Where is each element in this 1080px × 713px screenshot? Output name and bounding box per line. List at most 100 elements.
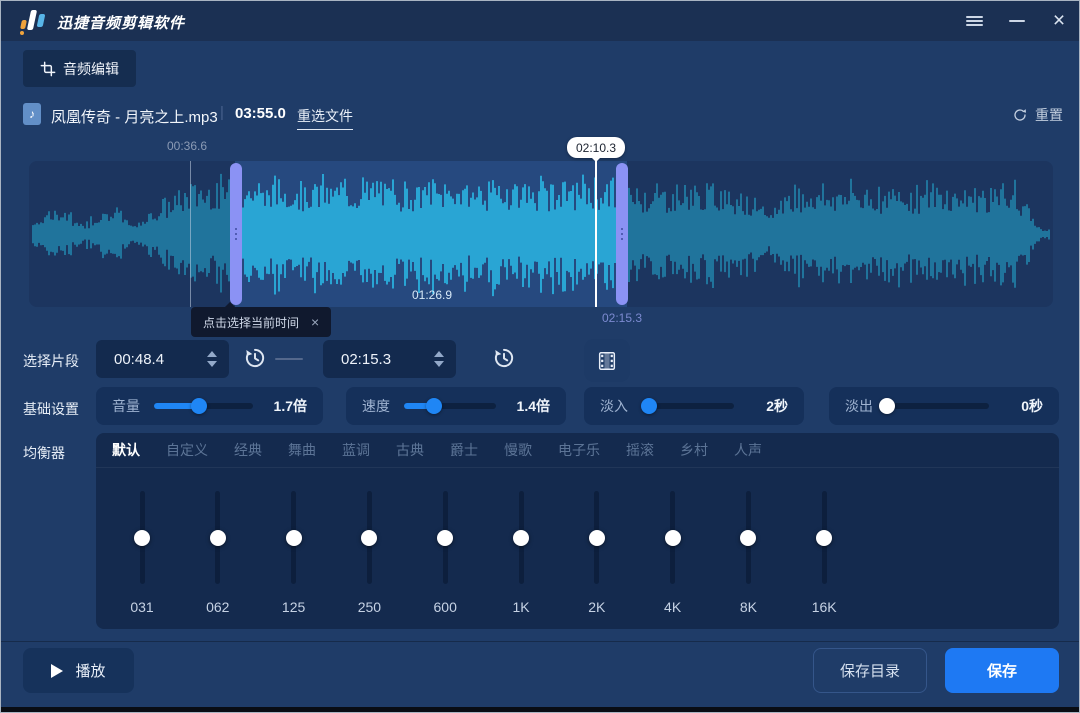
playhead-bubble-pointer [591, 157, 601, 162]
speed-slider[interactable] [404, 403, 496, 409]
reselect-file-link[interactable]: 重选文件 [297, 106, 353, 130]
crop-icon [40, 61, 56, 77]
eq-band-label: 600 [425, 599, 465, 615]
tab-audio-edit-label: 音频编辑 [63, 59, 119, 79]
clip-start-history-button[interactable] [242, 345, 270, 373]
play-button-label: 播放 [75, 660, 105, 681]
minimize-icon[interactable] [1001, 1, 1033, 41]
volume-label: 音量 [112, 396, 140, 416]
clip-end-history-button[interactable] [491, 345, 519, 373]
fade-out-label: 淡出 [845, 396, 873, 416]
eq-preset-tab[interactable]: 慢歌 [504, 440, 532, 460]
save-directory-button[interactable]: 保存目录 [813, 648, 927, 693]
eq-preset-tab[interactable]: 摇滚 [626, 440, 654, 460]
volume-slider[interactable] [154, 403, 253, 409]
reset-button[interactable]: 重置 [1012, 105, 1063, 125]
clip-end-stepper[interactable] [434, 351, 444, 367]
eq-band-knob[interactable] [361, 530, 377, 546]
music-file-icon: ♪ [23, 103, 41, 125]
equalizer-label: 均衡器 [23, 443, 65, 463]
speed-value: 1.4倍 [510, 396, 550, 416]
eq-preset-tab[interactable]: 乡村 [680, 440, 708, 460]
eq-band-062: 062 [198, 491, 238, 629]
fade-out-slider[interactable] [887, 403, 989, 409]
eq-band-label: 125 [274, 599, 314, 615]
eq-band-knob[interactable] [210, 530, 226, 546]
file-info-bar: ♪ 凤凰传奇 - 月亮之上.mp3 | 03:55.0 重选文件 重置 [1, 99, 1079, 133]
waveform-graphic [29, 161, 1053, 307]
eq-band-knob[interactable] [816, 530, 832, 546]
eq-band-label: 062 [198, 599, 238, 615]
clip-end-input[interactable]: 02:15.3 [323, 340, 456, 378]
fade-in-slider[interactable] [642, 403, 734, 409]
save-button-label: 保存 [987, 660, 1017, 681]
filmstrip-icon [596, 350, 618, 372]
selection-duration-label: 01:26.9 [412, 288, 452, 302]
eq-band-label: 16K [804, 599, 844, 615]
tab-audio-edit[interactable]: 音频编辑 [23, 50, 136, 87]
eq-band-4K: 4K [653, 491, 693, 629]
speed-label: 速度 [362, 396, 390, 416]
selection-end-time-label: 02:15.3 [602, 311, 642, 325]
fade-out-value: 0秒 [1003, 396, 1043, 416]
waveform-container[interactable] [29, 161, 1053, 307]
eq-band-knob[interactable] [437, 530, 453, 546]
menu-icon[interactable] [958, 1, 990, 41]
eq-preset-tab[interactable]: 人声 [734, 440, 762, 460]
eq-preset-tab[interactable]: 蓝调 [342, 440, 370, 460]
speed-slider-panel: 速度 1.4倍 [346, 387, 566, 425]
app-title: 迅捷音频剪辑软件 [57, 12, 185, 33]
eq-preset-tab[interactable]: 默认 [112, 440, 140, 460]
clip-end-value: 02:15.3 [341, 351, 434, 368]
equalizer-sliders: 0310621252506001K2K4K8K16K [96, 468, 1059, 629]
file-name: 凤凰传奇 - 月亮之上.mp3 [51, 106, 218, 127]
play-button[interactable]: 播放 [23, 648, 134, 693]
eq-preset-tab[interactable]: 电子乐 [558, 440, 600, 460]
fade-in-value: 2秒 [748, 396, 788, 416]
save-button[interactable]: 保存 [945, 648, 1059, 693]
tooltip-text: 点击选择当前时间 [203, 314, 299, 331]
selection-end-handle[interactable] [616, 163, 628, 305]
close-icon[interactable]: × [1041, 1, 1077, 41]
clip-start-input[interactable]: 00:48.4 [96, 340, 229, 378]
tooltip: 点击选择当前时间 × [191, 307, 331, 337]
eq-preset-tab[interactable]: 舞曲 [288, 440, 316, 460]
eq-band-knob[interactable] [286, 530, 302, 546]
separator: | [220, 104, 224, 121]
reset-label: 重置 [1035, 105, 1063, 125]
playhead-time-bubble[interactable]: 02:10.3 [567, 137, 625, 158]
equalizer-preset-tabs: 默认 自定义 经典 舞曲 蓝调 古典 爵士 慢歌 电子乐 摇滚 乡村 人声 [96, 433, 1059, 468]
fade-in-slider-panel: 淡入 2秒 [584, 387, 804, 425]
play-icon [51, 664, 63, 678]
volume-value: 1.7倍 [267, 396, 307, 416]
fade-in-label: 淡入 [600, 396, 628, 416]
basic-settings-label: 基础设置 [23, 399, 79, 419]
eq-preset-tab[interactable]: 自定义 [166, 440, 208, 460]
eq-preset-tab[interactable]: 经典 [234, 440, 262, 460]
playhead-line[interactable] [595, 151, 597, 307]
eq-preset-tab[interactable]: 古典 [396, 440, 424, 460]
tooltip-close-icon[interactable]: × [311, 315, 319, 329]
eq-band-2K: 2K [577, 491, 617, 629]
eq-band-16K: 16K [804, 491, 844, 629]
eq-band-knob[interactable] [740, 530, 756, 546]
eq-band-knob[interactable] [513, 530, 529, 546]
history-clock-icon [242, 345, 268, 371]
title-bar: 迅捷音频剪辑软件 × [1, 1, 1079, 41]
eq-band-knob[interactable] [134, 530, 150, 546]
eq-band-label: 8K [728, 599, 768, 615]
clip-start-stepper[interactable] [207, 351, 217, 367]
clip-start-value: 00:48.4 [114, 351, 207, 368]
eq-band-125: 125 [274, 491, 314, 629]
app-logo-icon [19, 8, 49, 34]
eq-preset-tab[interactable]: 爵士 [450, 440, 478, 460]
app-window: 迅捷音频剪辑软件 × 音频编辑 ♪ 凤凰传奇 - 月亮之上.mp3 | 03:5… [0, 0, 1080, 713]
eq-band-knob[interactable] [589, 530, 605, 546]
clip-segment-button[interactable] [584, 339, 630, 382]
equalizer-panel: 默认自定义经典舞曲蓝调古典爵士慢歌电子乐摇滚乡村人声 0310621252506… [96, 433, 1059, 629]
eq-band-1K: 1K [501, 491, 541, 629]
eq-band-label: 1K [501, 599, 541, 615]
selection-start-handle[interactable] [230, 163, 242, 305]
history-clock-icon [491, 345, 517, 371]
eq-band-knob[interactable] [665, 530, 681, 546]
